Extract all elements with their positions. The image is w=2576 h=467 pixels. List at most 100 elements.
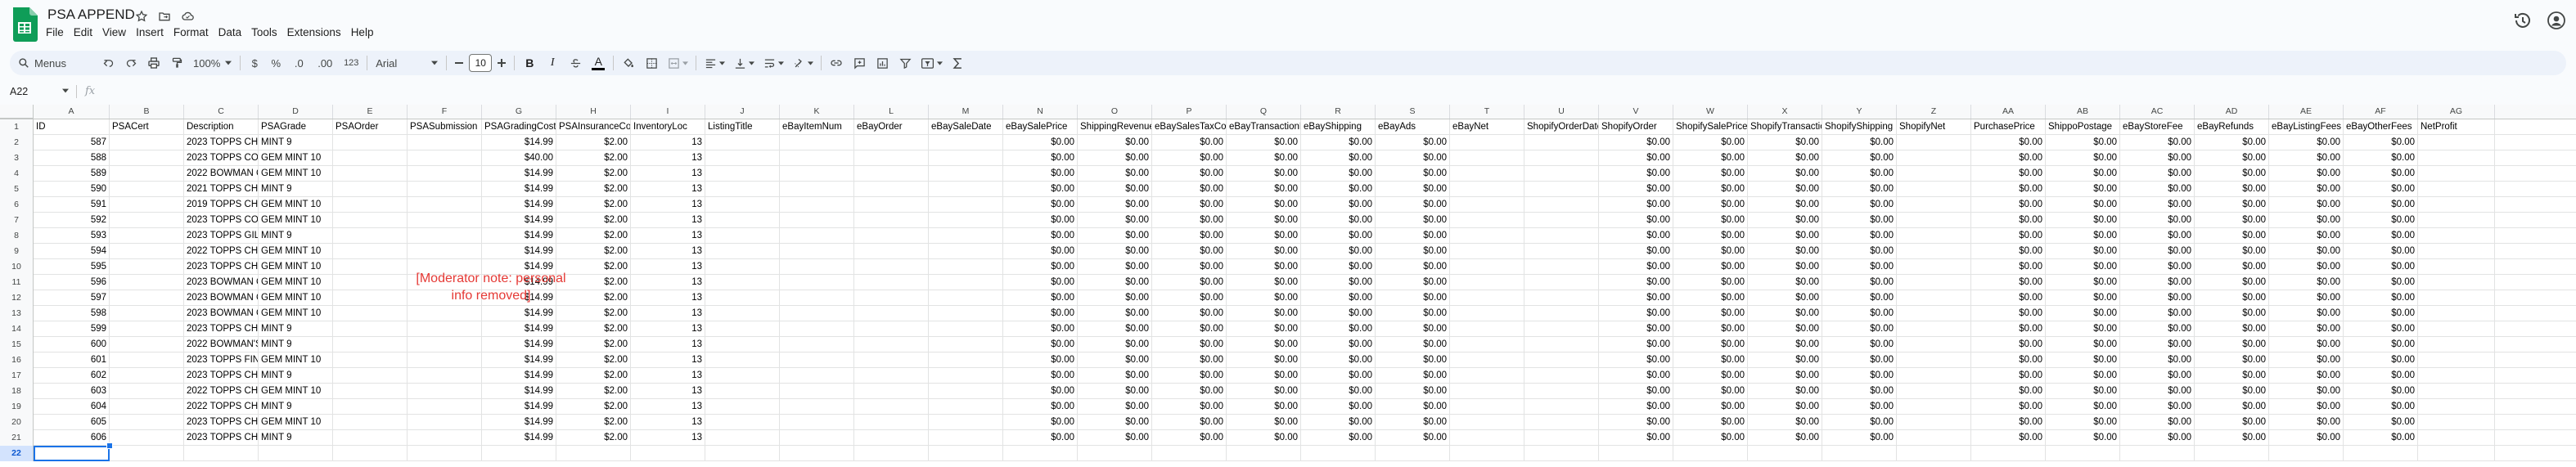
cell-z[interactable] [1897, 166, 1971, 182]
cell-ac[interactable]: $0.00 [2120, 306, 2195, 321]
cell-v[interactable]: $0.00 [1599, 150, 1673, 166]
cell-ac[interactable]: $0.00 [2120, 399, 2195, 415]
cell-m[interactable]: eBaySaleDate [929, 119, 1003, 135]
cell-i[interactable]: 13 [631, 415, 705, 430]
cell-ae[interactable]: $0.00 [2269, 368, 2344, 384]
font-size-field[interactable]: 10 [468, 51, 493, 75]
cell-ae[interactable]: $0.00 [2269, 166, 2344, 182]
cell-r[interactable]: $0.00 [1301, 399, 1376, 415]
redo-button[interactable] [119, 51, 142, 75]
cell-n[interactable]: $0.00 [1003, 166, 1078, 182]
cell-u[interactable] [1524, 275, 1599, 290]
cell-ae[interactable]: $0.00 [2269, 213, 2344, 228]
cell-a[interactable]: 594 [34, 244, 110, 259]
cell-v[interactable]: $0.00 [1599, 368, 1673, 384]
cell-x[interactable]: $0.00 [1748, 135, 1822, 150]
cell-ab[interactable]: $0.00 [2046, 244, 2120, 259]
cell-a[interactable]: 597 [34, 290, 110, 306]
cell-x[interactable]: $0.00 [1748, 306, 1822, 321]
cell-y[interactable]: $0.00 [1822, 290, 1897, 306]
cell-t[interactable] [1450, 446, 1524, 461]
cell-af[interactable]: $0.00 [2344, 337, 2418, 352]
cell-h[interactable]: $2.00 [556, 306, 631, 321]
cell-q[interactable]: $0.00 [1227, 337, 1301, 352]
cell-u[interactable] [1524, 244, 1599, 259]
cell-ac[interactable]: eBayStoreFee [2120, 119, 2195, 135]
cell-d[interactable]: GEM MINT 10 [259, 197, 333, 213]
cell-n[interactable]: $0.00 [1003, 399, 1078, 415]
cell-d[interactable]: MINT 9 [259, 368, 333, 384]
cell-s[interactable]: $0.00 [1376, 415, 1450, 430]
cell-k[interactable] [780, 446, 854, 461]
functions-button[interactable] [946, 51, 969, 75]
column-header-h[interactable]: H [556, 105, 631, 119]
cell-ac[interactable]: $0.00 [2120, 415, 2195, 430]
cell-f[interactable] [408, 384, 482, 399]
cell-e[interactable] [333, 337, 408, 352]
cell-ab[interactable]: $0.00 [2046, 352, 2120, 368]
cell-i[interactable]: 13 [631, 182, 705, 197]
insert-chart-button[interactable] [871, 51, 894, 75]
cell-y[interactable]: $0.00 [1822, 337, 1897, 352]
cell-u[interactable] [1524, 446, 1599, 461]
column-header-d[interactable]: D [259, 105, 333, 119]
cell-ab[interactable]: $0.00 [2046, 306, 2120, 321]
undo-button[interactable] [97, 51, 119, 75]
cell-ab[interactable]: $0.00 [2046, 275, 2120, 290]
cell-a[interactable]: 591 [34, 197, 110, 213]
cell-y[interactable]: $0.00 [1822, 306, 1897, 321]
cell-r[interactable]: $0.00 [1301, 182, 1376, 197]
merge-cells-button[interactable] [663, 51, 692, 75]
cell-j[interactable] [705, 306, 780, 321]
cell-ac[interactable]: $0.00 [2120, 150, 2195, 166]
cell-t[interactable] [1450, 275, 1524, 290]
cell-d[interactable]: GEM MINT 10 [259, 259, 333, 275]
cell-a[interactable]: 604 [34, 399, 110, 415]
cell-m[interactable] [929, 228, 1003, 244]
cell-d[interactable]: GEM MINT 10 [259, 352, 333, 368]
cell-e[interactable] [333, 182, 408, 197]
cell-a[interactable]: 603 [34, 384, 110, 399]
cell-b[interactable] [110, 197, 184, 213]
cell-b[interactable] [110, 399, 184, 415]
cell-l[interactable] [854, 306, 929, 321]
cell-ae[interactable]: $0.00 [2269, 197, 2344, 213]
cell-e[interactable] [333, 446, 408, 461]
cell-ag[interactable] [2418, 368, 2495, 384]
cell-y[interactable]: $0.00 [1822, 166, 1897, 182]
cell-s[interactable]: $0.00 [1376, 352, 1450, 368]
cell-k[interactable] [780, 197, 854, 213]
row-header[interactable]: 2 [0, 135, 34, 150]
cell-ad[interactable]: $0.00 [2195, 337, 2269, 352]
cell-l[interactable] [854, 337, 929, 352]
cell-aa[interactable]: PurchasePrice [1971, 119, 2046, 135]
cell-b[interactable] [110, 290, 184, 306]
row-header[interactable]: 13 [0, 306, 34, 321]
cell-g[interactable]: $14.99 [482, 321, 556, 337]
cell-ac[interactable] [2120, 446, 2195, 461]
cell-z[interactable] [1897, 213, 1971, 228]
cell-m[interactable] [929, 399, 1003, 415]
cell-x[interactable]: $0.00 [1748, 275, 1822, 290]
row-header[interactable]: 21 [0, 430, 34, 446]
column-header-a[interactable]: A [34, 105, 110, 119]
cell-j[interactable] [705, 446, 780, 461]
cell-f[interactable] [408, 135, 482, 150]
cell-n[interactable]: $0.00 [1003, 368, 1078, 384]
cell-ag[interactable] [2418, 352, 2495, 368]
cell-t[interactable] [1450, 213, 1524, 228]
cell-t[interactable] [1450, 321, 1524, 337]
cell-af[interactable]: $0.00 [2344, 399, 2418, 415]
cell-af[interactable] [2344, 446, 2418, 461]
cell-t[interactable] [1450, 166, 1524, 182]
cell-x[interactable]: $0.00 [1748, 244, 1822, 259]
cell-v[interactable]: $0.00 [1599, 290, 1673, 306]
cell-ae[interactable]: $0.00 [2269, 290, 2344, 306]
cell-ab[interactable]: $0.00 [2046, 166, 2120, 182]
cell-v[interactable]: $0.00 [1599, 384, 1673, 399]
cell-ad[interactable]: $0.00 [2195, 352, 2269, 368]
cell-ad[interactable]: $0.00 [2195, 197, 2269, 213]
cell-ac[interactable]: $0.00 [2120, 259, 2195, 275]
cell-y[interactable]: $0.00 [1822, 430, 1897, 446]
cell-ad[interactable]: $0.00 [2195, 213, 2269, 228]
